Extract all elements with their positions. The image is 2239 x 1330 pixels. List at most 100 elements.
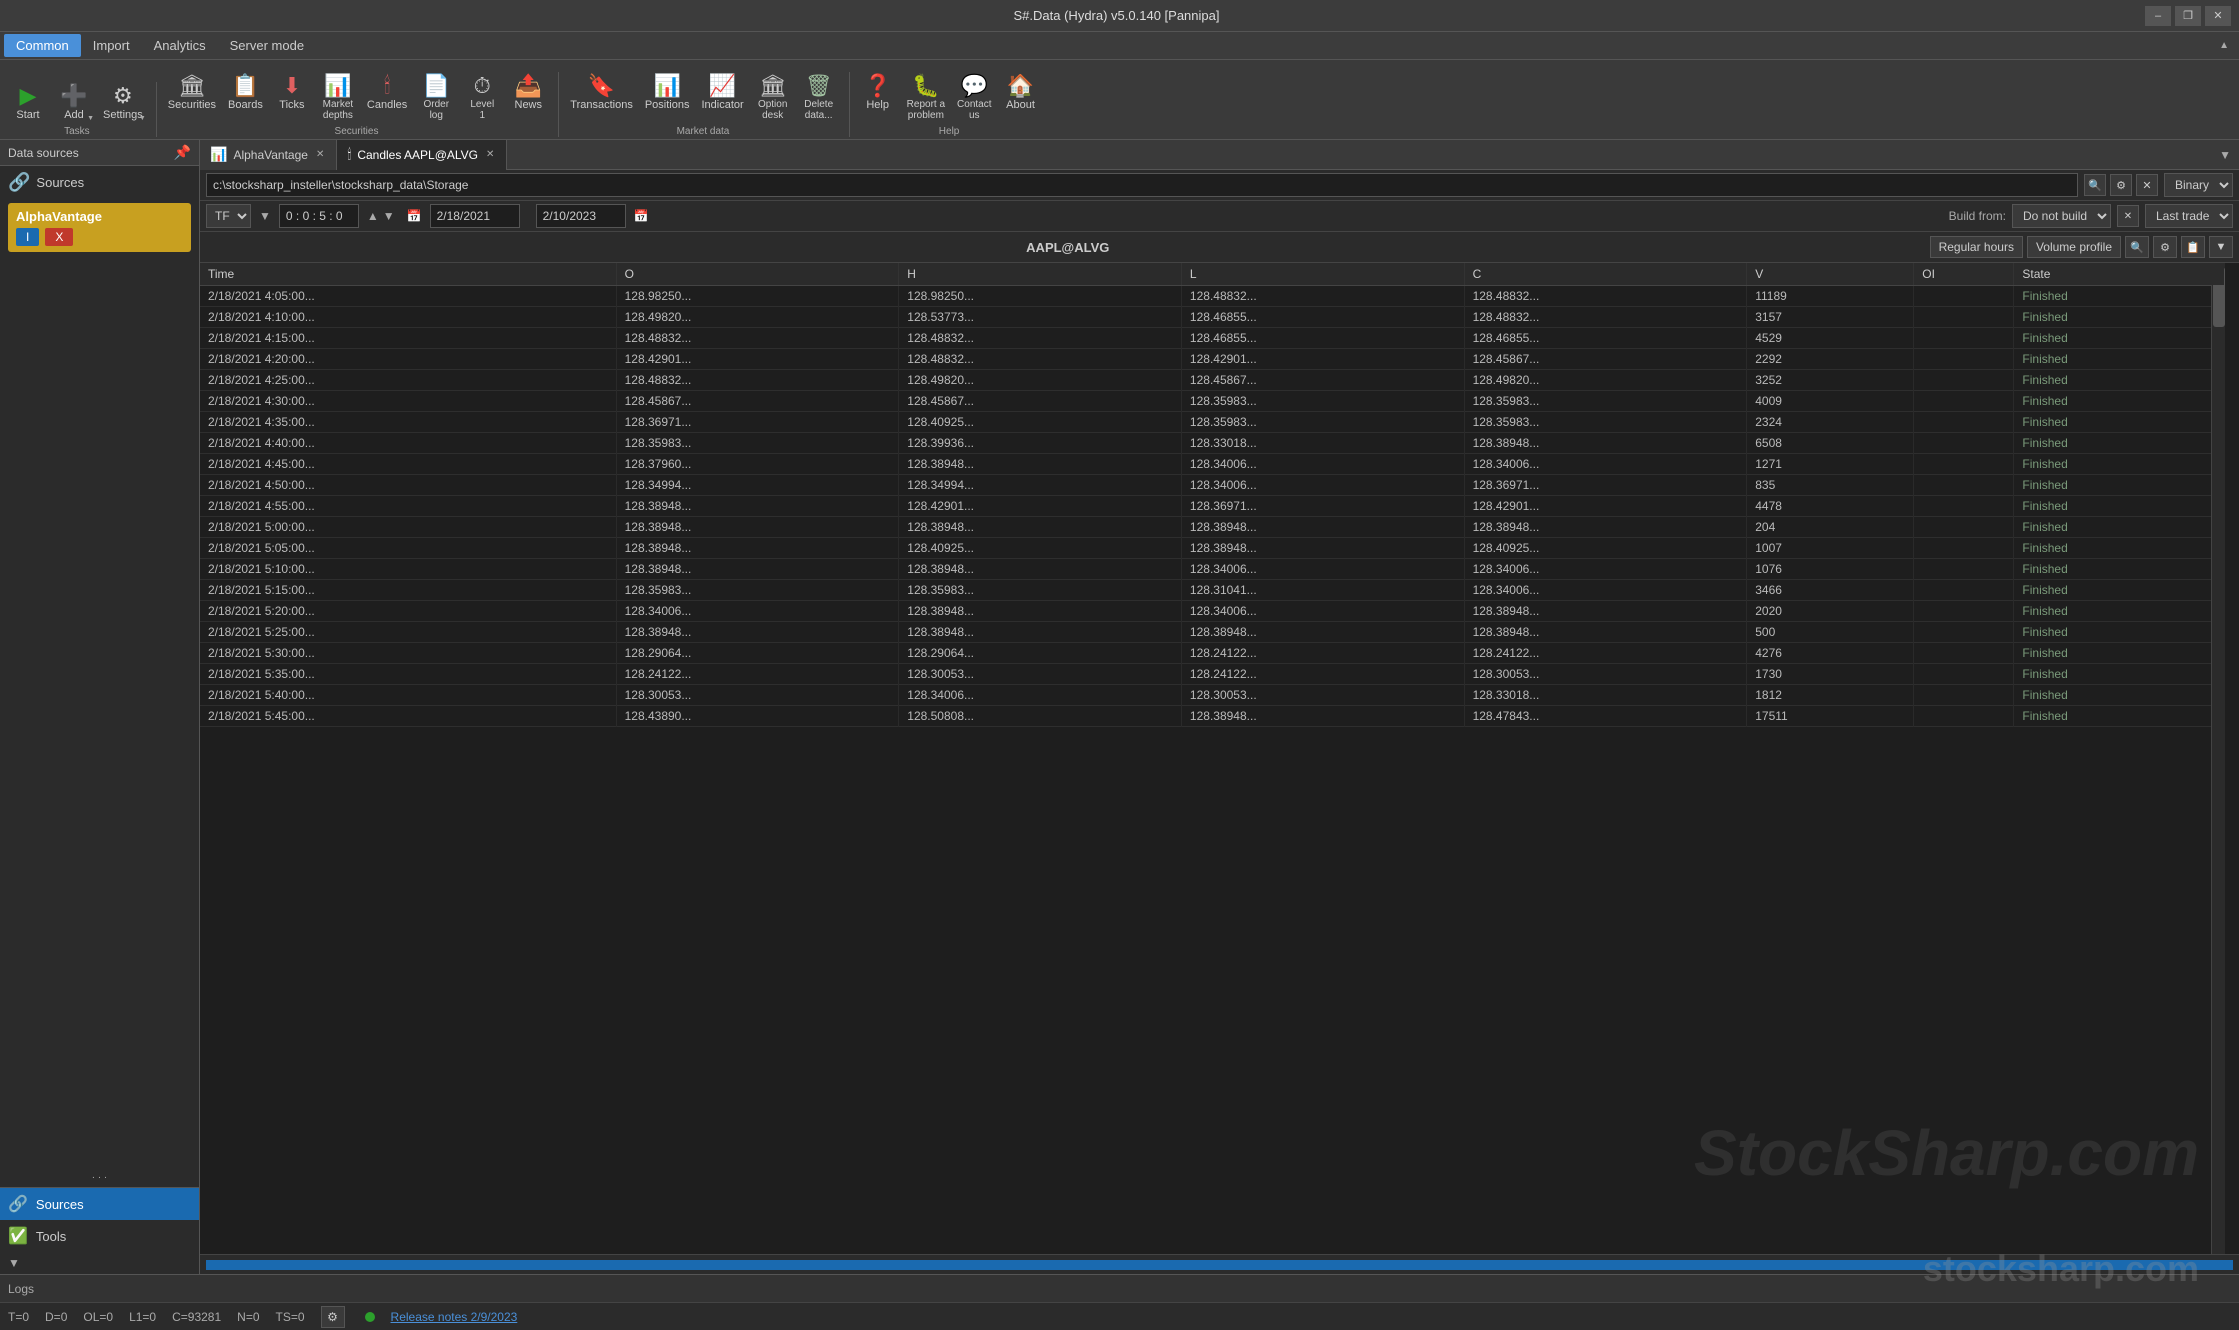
tab-alphavantage[interactable]: 📊 AlphaVantage ✕ <box>200 140 337 170</box>
contact-us-button[interactable]: 💬 Contactus <box>952 72 996 124</box>
path-settings-button[interactable]: ⚙ <box>2110 174 2132 196</box>
candles-tab-close[interactable]: ✕ <box>484 147 496 162</box>
table-row[interactable]: 2/18/2021 4:20:00... 128.42901... 128.48… <box>200 349 2225 370</box>
minimize-button[interactable]: – <box>2145 6 2171 26</box>
data-table-wrapper[interactable]: Time O H L C V OI State 2/18/2021 4:05:0… <box>200 263 2239 1254</box>
table-row[interactable]: 2/18/2021 4:45:00... 128.37960... 128.38… <box>200 454 2225 475</box>
cell-state: Finished <box>2014 328 2225 349</box>
table-row[interactable]: 2/18/2021 5:05:00... 128.38948... 128.40… <box>200 538 2225 559</box>
candles-button[interactable]: 🕯 Candles <box>362 72 412 124</box>
table-row[interactable]: 2/18/2021 5:35:00... 128.24122... 128.30… <box>200 664 2225 685</box>
boards-button[interactable]: 📋 Boards <box>223 72 268 124</box>
build-from-clear[interactable]: ✕ <box>2117 205 2139 227</box>
table-row[interactable]: 2/18/2021 4:25:00... 128.48832... 128.49… <box>200 370 2225 391</box>
menu-import[interactable]: Import <box>81 34 142 57</box>
path-search-button[interactable]: 🔍 <box>2084 174 2106 196</box>
table-row[interactable]: 2/18/2021 5:00:00... 128.38948... 128.38… <box>200 517 2225 538</box>
table-row[interactable]: 2/18/2021 4:15:00... 128.48832... 128.48… <box>200 328 2225 349</box>
status-settings-button[interactable]: ⚙ <box>321 1306 345 1328</box>
table-row[interactable]: 2/18/2021 4:30:00... 128.45867... 128.45… <box>200 391 2225 412</box>
start-button[interactable]: ▶ Start <box>6 82 50 124</box>
cell-oi <box>1914 496 2014 517</box>
table-row[interactable]: 2/18/2021 5:40:00... 128.30053... 128.34… <box>200 685 2225 706</box>
menu-collapse-arrow[interactable]: ▲ <box>2213 36 2235 55</box>
market-data-group: 🔖 Transactions 📊 Positions 📈 Indicator 🏛… <box>565 72 849 137</box>
chart-settings-button[interactable]: ⚙ <box>2153 236 2177 258</box>
cell-h: 128.29064... <box>899 643 1182 664</box>
candle-title-bar: AAPL@ALVG Regular hours Volume profile 🔍… <box>200 232 2239 263</box>
transactions-button[interactable]: 🔖 Transactions <box>565 72 638 124</box>
menu-server-mode[interactable]: Server mode <box>218 34 316 57</box>
sidebar-sources-item[interactable]: 🔗 Sources <box>0 166 199 199</box>
sidebar-expand-button[interactable]: ▼ <box>0 1252 199 1274</box>
tabs-dropdown[interactable]: ▼ <box>2211 148 2239 162</box>
tf-time-input[interactable] <box>279 204 359 228</box>
table-row[interactable]: 2/18/2021 5:10:00... 128.38948... 128.38… <box>200 559 2225 580</box>
table-row[interactable]: 2/18/2021 4:35:00... 128.36971... 128.40… <box>200 412 2225 433</box>
sidebar-sources-bottom[interactable]: 🔗 Sources <box>0 1188 199 1220</box>
add-button[interactable]: ➕ Add <box>52 82 96 124</box>
tf-select[interactable]: TF <box>206 204 251 228</box>
positions-button[interactable]: 📊 Positions <box>640 72 695 124</box>
alphavantage-disconnect-button[interactable]: X <box>45 228 73 246</box>
cell-h: 128.38948... <box>899 454 1182 475</box>
securities-button[interactable]: 🏛 Securities <box>163 72 221 124</box>
table-row[interactable]: 2/18/2021 4:10:00... 128.49820... 128.53… <box>200 307 2225 328</box>
table-row[interactable]: 2/18/2021 4:50:00... 128.34994... 128.34… <box>200 475 2225 496</box>
delete-data-button[interactable]: 🗑 Deletedata... <box>797 72 841 124</box>
delete-data-label: Deletedata... <box>804 99 833 121</box>
indicator-button[interactable]: 📈 Indicator <box>696 72 748 124</box>
table-row[interactable]: 2/18/2021 4:40:00... 128.35983... 128.39… <box>200 433 2225 454</box>
tf-time-up[interactable]: ▲ <box>367 209 379 223</box>
volume-profile-button[interactable]: Volume profile <box>2027 236 2121 258</box>
path-input[interactable] <box>206 173 2078 197</box>
table-row[interactable]: 2/18/2021 5:45:00... 128.43890... 128.50… <box>200 706 2225 727</box>
tf-date-to-input[interactable] <box>536 204 626 228</box>
tf-time-down[interactable]: ▼ <box>383 209 395 223</box>
tab-candles-aapl[interactable]: 🕯 Candles AAPL@ALVG ✕ <box>337 140 507 170</box>
level1-button[interactable]: ⏱ Level1 <box>460 72 504 124</box>
sidebar-pin-button[interactable]: 📌 <box>174 144 191 161</box>
settings-button[interactable]: ⚙ Settings <box>98 82 148 124</box>
cell-state: Finished <box>2014 622 2225 643</box>
order-log-button[interactable]: 📄 Orderlog <box>414 72 458 124</box>
positions-label: Positions <box>645 99 690 111</box>
table-row[interactable]: 2/18/2021 5:20:00... 128.34006... 128.38… <box>200 601 2225 622</box>
table-row[interactable]: 2/18/2021 5:30:00... 128.29064... 128.29… <box>200 643 2225 664</box>
binary-dropdown[interactable]: Binary <box>2164 173 2233 197</box>
cell-oi <box>1914 454 2014 475</box>
ticks-button[interactable]: ⬇ Ticks <box>270 72 314 124</box>
cell-l: 128.35983... <box>1181 412 1464 433</box>
more-options-button[interactable]: ▼ <box>2209 236 2233 258</box>
path-clear-button[interactable]: ✕ <box>2136 174 2158 196</box>
release-link[interactable]: Release notes 2/9/2023 <box>391 1310 518 1324</box>
table-row[interactable]: 2/18/2021 5:25:00... 128.38948... 128.38… <box>200 622 2225 643</box>
order-log-icon: 📄 <box>423 75 450 97</box>
market-depths-button[interactable]: 📊 Marketdepths <box>316 72 360 124</box>
cell-l: 128.31041... <box>1181 580 1464 601</box>
news-button[interactable]: 📤 News <box>506 72 550 124</box>
cell-v: 3252 <box>1747 370 1914 391</box>
report-problem-button[interactable]: 🐛 Report aproblem <box>902 72 950 124</box>
alphavantage-connect-button[interactable]: I <box>16 228 39 246</box>
option-desk-button[interactable]: 🏛 Optiondesk <box>751 72 795 124</box>
search-candles-button[interactable]: 🔍 <box>2125 236 2149 258</box>
alphavantage-tab-close[interactable]: ✕ <box>314 147 326 162</box>
close-button[interactable]: ✕ <box>2205 6 2231 26</box>
menu-common[interactable]: Common <box>4 34 81 57</box>
about-button[interactable]: 🏠 About <box>999 72 1043 124</box>
table-row[interactable]: 2/18/2021 5:15:00... 128.35983... 128.35… <box>200 580 2225 601</box>
menu-analytics[interactable]: Analytics <box>142 34 218 57</box>
restore-button[interactable]: ❐ <box>2175 6 2201 26</box>
view-chart-button[interactable]: 📋 <box>2181 236 2205 258</box>
sidebar-tools-bottom[interactable]: ✅ Tools <box>0 1220 199 1252</box>
tf-date-from-input[interactable] <box>430 204 520 228</box>
cell-c: 128.42901... <box>1464 496 1747 517</box>
build-from-select[interactable]: Do not build <box>2012 204 2111 228</box>
last-trade-select[interactable]: Last trade <box>2145 204 2233 228</box>
regular-hours-button[interactable]: Regular hours <box>1930 236 2023 258</box>
sidebar-dots[interactable]: · · · <box>0 1168 199 1187</box>
table-row[interactable]: 2/18/2021 4:05:00... 128.98250... 128.98… <box>200 286 2225 307</box>
help-button[interactable]: ❓ Help <box>856 72 900 124</box>
table-row[interactable]: 2/18/2021 4:55:00... 128.38948... 128.42… <box>200 496 2225 517</box>
